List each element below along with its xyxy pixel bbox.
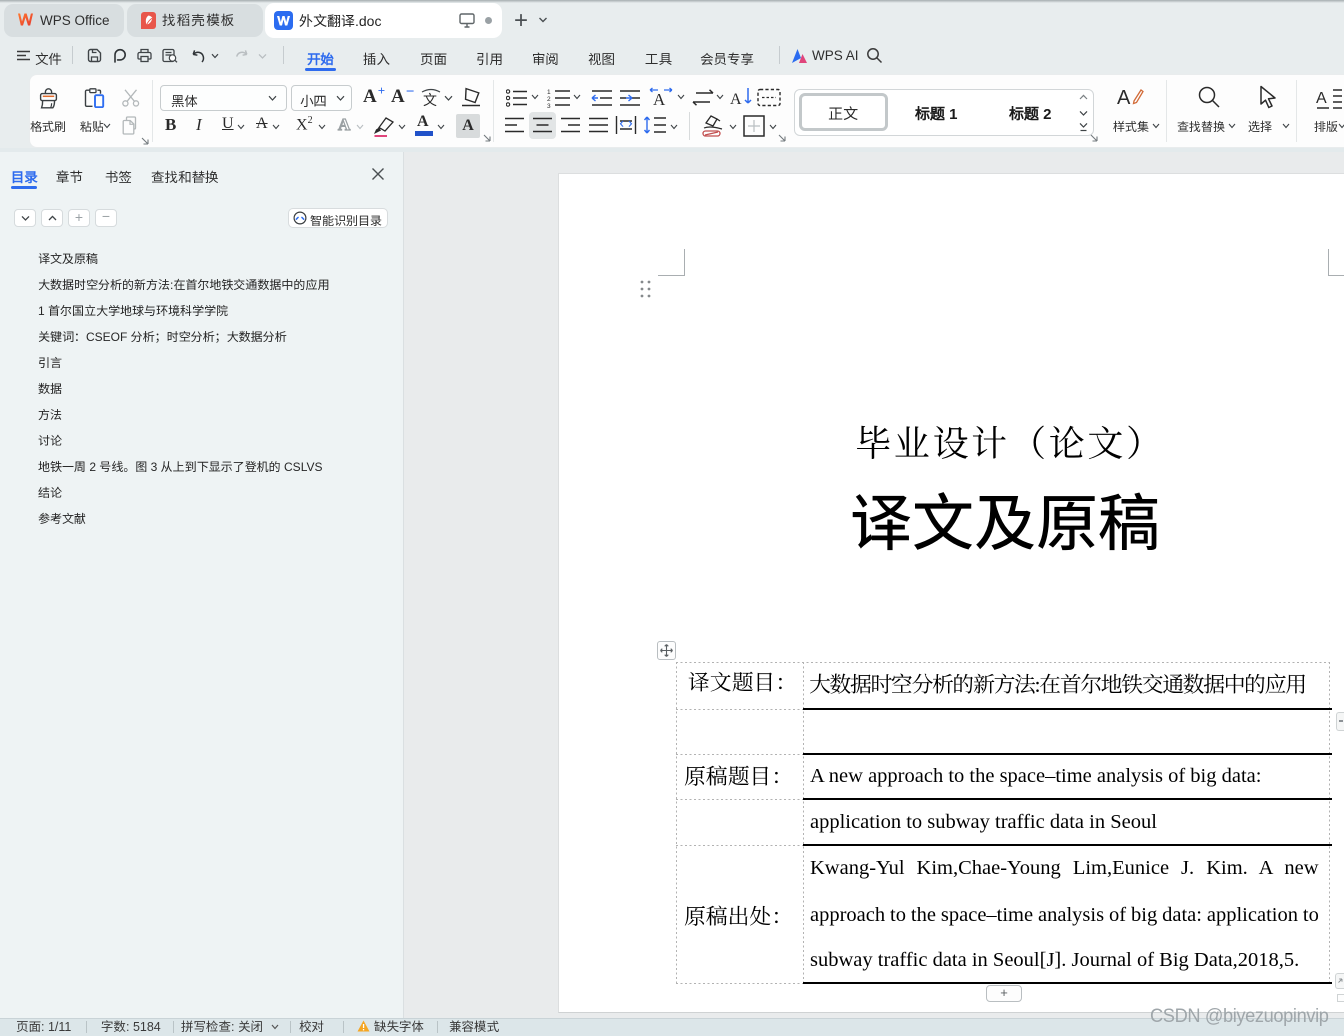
svg-text:A: A [730,91,742,108]
svg-text:1: 1 [547,89,551,96]
svg-text:2: 2 [547,96,551,103]
svg-text:A: A [1117,87,1131,109]
svg-text:A: A [1316,90,1327,107]
svg-text:文: 文 [423,92,437,108]
svg-text:A: A [653,90,666,108]
svg-text:3: 3 [547,103,551,108]
